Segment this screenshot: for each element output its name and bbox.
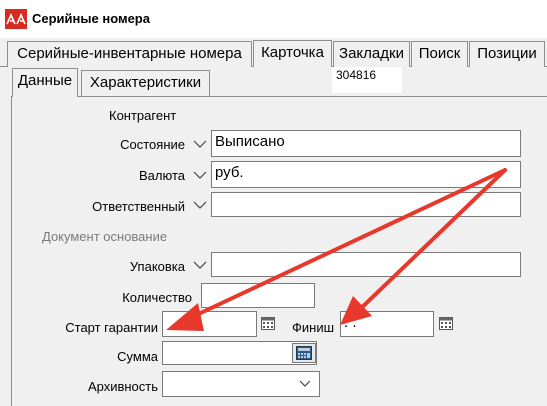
window-title: Серийные номера	[32, 11, 150, 26]
archive-chevron-down-icon[interactable]	[298, 379, 312, 389]
currency-chevron-down-icon[interactable]	[192, 167, 208, 183]
document-basis-label: Документ основание	[42, 229, 168, 244]
tab-serial-inventory[interactable]: Серийные-инвентарные номера	[7, 41, 252, 67]
tab-data[interactable]: Данные	[12, 68, 78, 97]
responsible-chevron-down-icon[interactable]	[192, 197, 208, 213]
warranty-start-label: Старт гарантии	[65, 320, 158, 335]
package-field[interactable]	[211, 252, 521, 277]
archive-label: Архивность	[87, 379, 158, 394]
inner-tabs-divider	[11, 96, 547, 97]
warranty-start-calendar-icon[interactable]	[260, 315, 276, 331]
sum-label: Сумма	[117, 349, 158, 364]
finish-field[interactable]: . .	[340, 311, 434, 337]
package-chevron-down-icon[interactable]	[192, 257, 208, 273]
state-chevron-down-icon[interactable]	[192, 136, 208, 152]
tab-card[interactable]: Карточка	[253, 40, 332, 67]
counterparty-label: Контрагент	[109, 108, 177, 123]
finish-calendar-icon[interactable]	[438, 315, 454, 331]
quantity-label: Количество	[122, 290, 192, 305]
calculator-button[interactable]	[292, 343, 316, 363]
record-id: 304816	[332, 67, 402, 93]
tab-search[interactable]: Поиск	[411, 41, 468, 67]
tab-characteristics[interactable]: Характеристики	[81, 70, 210, 96]
package-label: Упаковка	[129, 259, 185, 274]
archive-select[interactable]	[162, 371, 320, 397]
tab-bookmarks[interactable]: Закладки	[333, 41, 410, 67]
app-logo-icon	[5, 9, 27, 29]
tab-positions[interactable]: Позиции	[469, 41, 545, 67]
calculator-icon	[296, 346, 312, 360]
finish-label: Финиш	[292, 320, 335, 335]
currency-field[interactable]: руб.	[211, 161, 521, 188]
currency-label: Валюта	[139, 168, 185, 183]
warranty-start-field[interactable]	[162, 311, 257, 337]
title-bar: Серийные номера	[0, 0, 547, 38]
responsible-label: Ответственный	[92, 199, 185, 214]
quantity-field[interactable]	[201, 283, 315, 308]
responsible-field[interactable]	[211, 192, 521, 217]
state-field[interactable]: Выписано	[211, 130, 521, 157]
state-label: Состояние	[120, 137, 185, 152]
